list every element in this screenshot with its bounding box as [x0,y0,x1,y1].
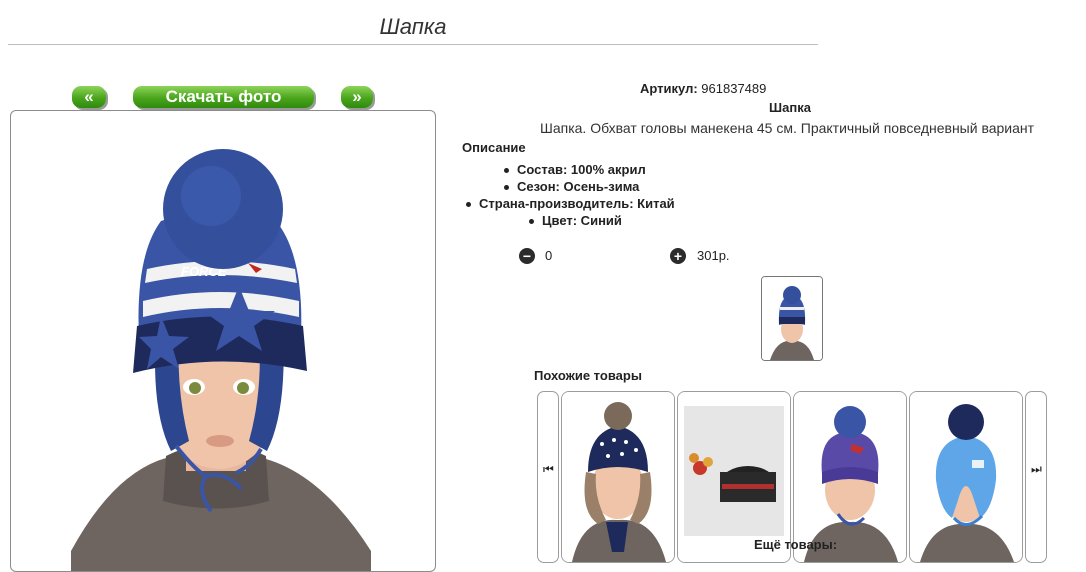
bullet-icon [529,219,534,225]
photo-thumbnail[interactable] [761,276,823,361]
main-product-photo[interactable]: FORCE [10,110,436,572]
article-label: Артикул: [640,81,698,96]
description-heading: Описание [462,140,526,155]
price: 301р. [697,248,730,263]
skip-back-icon: ⏮ [543,462,554,476]
quantity-value: 0 [545,248,553,263]
spec-item: Цвет: Синий [529,213,622,228]
title-divider [8,44,818,45]
thumbnail-image [762,277,822,360]
hat-navy-fur-pompom-image [562,392,674,562]
minus-circle-icon[interactable]: − [519,248,535,264]
similar-item[interactable] [909,391,1023,563]
prev-photo-button[interactable]: « [72,86,106,108]
page-title: Шапка [379,14,447,39]
similar-prev-button[interactable]: ⏮ [537,391,559,563]
bullet-icon [504,185,509,191]
spec-item: Страна-производитель: Китай [466,196,675,211]
child-hat-photo: FORCE [71,149,371,571]
product-description: Шапка. Обхват головы манекена 45 см. Пра… [540,120,1035,136]
bullet-icon [466,202,471,208]
plus-circle-icon[interactable]: + [670,248,686,264]
product-name: Шапка [769,100,811,115]
similar-item[interactable] [561,391,675,563]
spec-item: Состав: 100% акрил [504,162,646,177]
similar-products-heading: Похожие товары [534,368,642,383]
next-photo-button[interactable]: » [341,86,373,108]
bullet-icon [504,168,509,174]
hat-light-blue-fur-image [910,392,1022,562]
download-photo-button[interactable]: Скачать фото [133,86,314,108]
spec-item: Сезон: Осень-зима [504,179,639,194]
article-number: Артикул: 961837489 [640,81,940,96]
article-value: 961837489 [701,81,767,96]
skip-forward-icon: ⏭ [1031,462,1042,476]
similar-next-button[interactable]: ⏭ [1025,391,1047,563]
